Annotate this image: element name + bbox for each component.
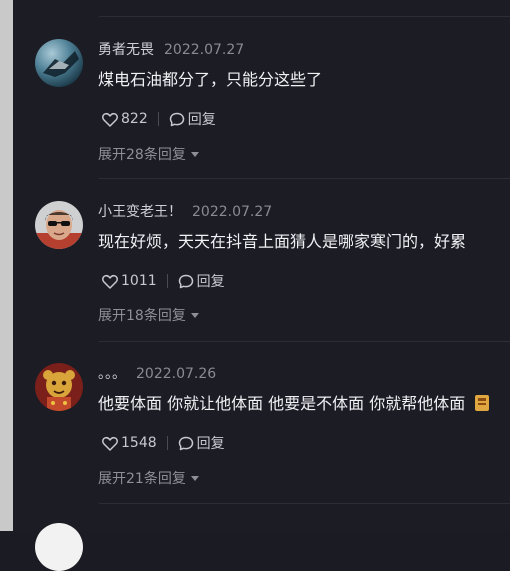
like-button[interactable]: 1011 (102, 273, 157, 289)
like-button[interactable]: 1548 (102, 435, 157, 451)
comment-date: 2022.07.27 (164, 42, 245, 58)
divider (99, 503, 510, 504)
divider (99, 341, 510, 342)
reply-button[interactable]: 回复 (178, 433, 225, 453)
comment-text-body: 他要体面 你就让他体面 他要是不体面 你就帮他体面 (98, 394, 466, 413)
chat-bubble-icon (178, 436, 193, 450)
comment-text: 现在好烦，天天在抖音上面猜人是哪家寒门的，好累 (98, 232, 467, 251)
comment-text: 他要体面 你就让他体面 他要是不体面 你就帮他体面 (98, 393, 490, 415)
comment-date: 2022.07.27 (192, 204, 273, 220)
caret-down-icon (190, 475, 199, 481)
expand-replies-label: 展开28条回复 (98, 147, 186, 163)
comment-text: 煤电石油都分了，只能分这些了 (98, 70, 323, 89)
separator (166, 436, 168, 450)
like-count: 1548 (121, 435, 157, 451)
like-count: 1011 (121, 273, 157, 289)
avatar[interactable] (35, 523, 83, 571)
comment-actions: 1011 回复 (102, 272, 225, 290)
emoji-icon (475, 395, 490, 411)
comment-actions: 822 回复 (102, 110, 216, 128)
divider (99, 16, 510, 17)
expand-replies-button[interactable]: 展开18条回复 (98, 305, 199, 325)
like-count: 822 (121, 111, 148, 127)
caret-down-icon (190, 151, 199, 157)
heart-icon (102, 436, 118, 451)
comment-meta: 。。。 2022.07.26 (98, 365, 216, 383)
avatar[interactable] (35, 363, 83, 411)
expand-replies-label: 展开18条回复 (98, 308, 186, 324)
username[interactable]: 小王变老王！ (98, 204, 182, 220)
caret-down-icon (190, 312, 199, 318)
divider (99, 178, 510, 179)
chat-bubble-icon (178, 274, 193, 288)
username[interactable]: 。。。 (98, 366, 126, 382)
reply-button[interactable]: 回复 (169, 109, 216, 129)
reply-label: 回复 (196, 436, 225, 452)
expand-replies-label: 展开21条回复 (98, 471, 186, 487)
reply-button[interactable]: 回复 (178, 271, 225, 291)
reply-label: 回复 (196, 274, 225, 290)
separator (166, 274, 168, 288)
avatar[interactable] (35, 201, 83, 249)
comment-meta: 勇者无畏 2022.07.27 (98, 41, 244, 59)
left-rail (0, 0, 13, 531)
avatar[interactable] (35, 39, 83, 87)
comment-panel: 勇者无畏 2022.07.27 煤电石油都分了，只能分这些了 822 回复 展开2… (13, 0, 510, 571)
like-button[interactable]: 822 (102, 111, 148, 127)
comment-actions: 1548 回复 (102, 434, 225, 452)
comment-meta: 小王变老王！ 2022.07.27 (98, 203, 272, 221)
expand-replies-button[interactable]: 展开21条回复 (98, 468, 199, 488)
separator (157, 112, 159, 126)
username[interactable]: 勇者无畏 (98, 42, 154, 58)
comment-date: 2022.07.26 (136, 366, 217, 382)
expand-replies-button[interactable]: 展开28条回复 (98, 144, 199, 164)
reply-label: 回复 (187, 112, 216, 128)
chat-bubble-icon (169, 112, 184, 126)
heart-icon (102, 274, 118, 289)
heart-icon (102, 112, 118, 127)
